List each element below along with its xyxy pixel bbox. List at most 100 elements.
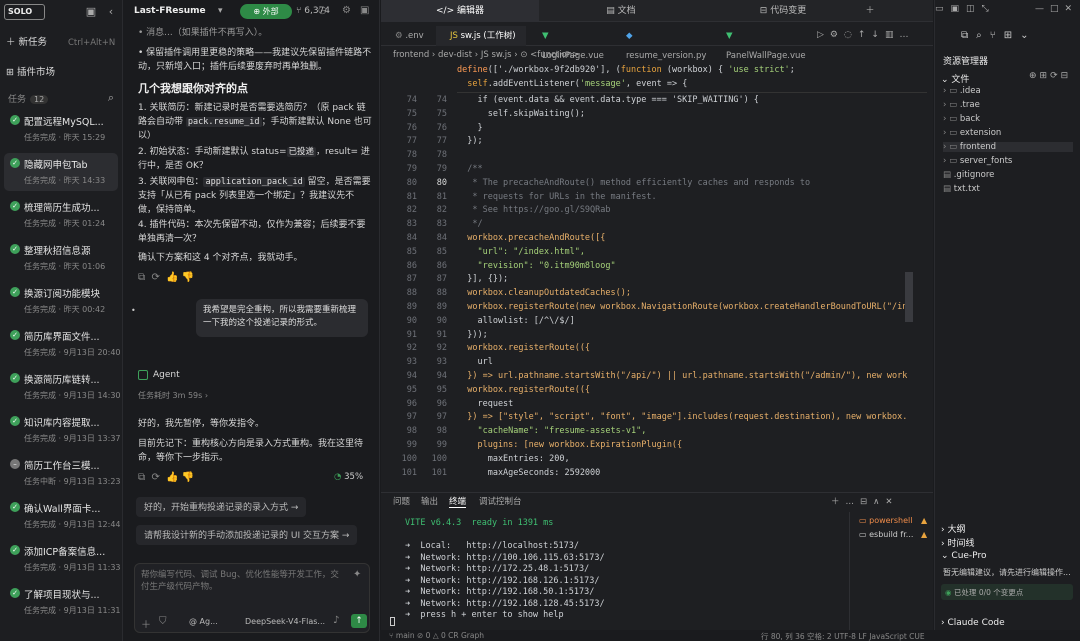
tree-item[interactable]: › ▭ extension	[943, 128, 1073, 138]
code-line[interactable]: * requests for URLs in the manifest.	[457, 192, 907, 202]
tree-item[interactable]: › ▭ frontend	[943, 142, 1073, 152]
code-line[interactable]: }));	[457, 330, 907, 340]
code-line[interactable]: workbox.registerRoute(({	[457, 343, 907, 353]
task-item[interactable]: ✓ 了解项目现状与... 任务完成 · 9月13日 11:31	[4, 583, 121, 621]
copy-icon[interactable]: ⧉	[138, 272, 145, 283]
task-item[interactable]: ✓ 整理秋招信息源 任务完成 · 昨天 01:06	[4, 239, 118, 277]
file-tab-swjs[interactable]: JS sw.js (工作树)	[436, 26, 526, 46]
cue-pro-section[interactable]: ⌄ Cue-Pro	[941, 551, 986, 561]
scrollbar-thumb[interactable]	[905, 272, 913, 322]
tab-docs[interactable]: ▤ 文档	[541, 0, 701, 22]
layout-icon[interactable]: ▭	[935, 4, 951, 14]
code-line[interactable]: }) => url.pathname.startsWith("/api/") |…	[457, 371, 907, 381]
split-icon[interactable]: ⊟	[860, 497, 873, 507]
agent-select[interactable]: @ Ag...	[189, 617, 218, 626]
debug-icon[interactable]: ⚙	[830, 30, 844, 40]
file-tab-panelwall[interactable]: ▼ PanelWallPage.vue	[712, 26, 812, 61]
tree-item[interactable]: › ▭ back	[943, 114, 1073, 124]
code-line[interactable]: maxEntries: 200,	[457, 454, 907, 464]
task-item[interactable]: ✓ 梳理简历生成功... 任务完成 · 昨天 01:24	[4, 196, 118, 234]
task-item[interactable]: ✓ 知识库内容提取... 任务完成 · 9月13日 13:37	[4, 411, 121, 449]
run-icon[interactable]: ▷	[817, 30, 830, 40]
file-tab-resume[interactable]: ◆ resume_version.py	[612, 26, 710, 61]
code-line[interactable]: "cacheName": "fresume-assets-v1",	[457, 426, 907, 436]
task-item[interactable]: – 简历工作台三模... 任务中断 · 9月13日 13:23	[4, 454, 121, 492]
code-line[interactable]: self.skipWaiting();	[457, 109, 907, 119]
files-section[interactable]: ⌄ 文件	[941, 72, 969, 85]
add-terminal-icon[interactable]: ＋	[831, 497, 846, 507]
code-line[interactable]: });	[457, 136, 907, 146]
close-icon[interactable]: ✕	[885, 497, 898, 507]
tree-item[interactable]: › ▭ .idea	[943, 86, 1073, 96]
git-icon[interactable]: ⑂	[990, 30, 1004, 41]
chevron-down-icon[interactable]: ⌄	[1020, 30, 1036, 41]
code-line[interactable]: "url": "/index.html",	[457, 247, 907, 257]
chevron-up-icon[interactable]: ∧	[873, 497, 885, 507]
code-line[interactable]: plugins: [new workbox.ExpirationPlugin({	[457, 440, 907, 450]
tab-editor[interactable]: </> 编辑器	[381, 0, 539, 22]
shell-esbuild[interactable]: ▭ esbuild fr...	[859, 530, 913, 539]
add-tab-icon[interactable]: ＋	[863, 0, 877, 22]
add-icon[interactable]: ＋	[141, 616, 151, 631]
maximize-icon[interactable]: □	[1050, 4, 1065, 14]
thumbs-up-icon[interactable]: 👍	[166, 472, 178, 483]
search-icon[interactable]: ⌕	[976, 30, 990, 41]
tree-item[interactable]: ▤ txt.txt	[943, 184, 1073, 194]
task-item[interactable]: ✓ 隐藏网申包Tab 任务完成 · 昨天 14:33	[4, 153, 118, 191]
files-icon[interactable]: ⧉	[961, 30, 976, 41]
dropdown-icon[interactable]: ▾	[218, 6, 223, 16]
settings-icon[interactable]: ⚙	[342, 5, 351, 16]
project-title[interactable]: Last-FResume	[134, 6, 206, 16]
suggestion-1[interactable]: 好的，开始重构投递记录的录入方式 →	[136, 497, 307, 517]
thumbs-up-icon[interactable]: 👍	[166, 272, 178, 283]
tab-output[interactable]: 输出	[421, 495, 438, 507]
shrink-icon[interactable]: ⤡	[982, 4, 996, 14]
collapse-icon[interactable]: ‹	[104, 5, 118, 19]
status-left[interactable]: ⑂ main ⊘ 0 △ 0 CR Graph	[389, 631, 484, 640]
refresh-icon[interactable]: ⟳	[152, 472, 160, 483]
timeline-section[interactable]: › 时间线	[941, 536, 974, 549]
task-item[interactable]: ✓ 换源订阅功能模块 任务完成 · 昨天 00:42	[4, 282, 118, 320]
code-line[interactable]: if (event.data && event.data.type === 'S…	[457, 95, 907, 105]
panel-icon[interactable]: ▣	[360, 5, 369, 16]
tree-item[interactable]: › ▭ .trae	[943, 100, 1073, 110]
code-line[interactable]: */	[457, 219, 907, 229]
code-line[interactable]: allowlist: [/^\/$/]	[457, 316, 907, 326]
code-line[interactable]: }], {});	[457, 274, 907, 284]
code-line[interactable]: request	[457, 399, 907, 409]
up-icon[interactable]: ↑	[858, 30, 872, 40]
send-button[interactable]: ↑	[351, 614, 367, 628]
outline-section[interactable]: › 大纲	[941, 522, 965, 535]
more-icon[interactable]: …	[899, 30, 914, 40]
file-tab-env[interactable]: ⚙ .env	[381, 26, 435, 46]
code-line[interactable]: }	[457, 123, 907, 133]
shell-powershell[interactable]: ▭ powershell	[859, 516, 912, 525]
plugin-market-link[interactable]: ⊞ 插件市场	[6, 64, 55, 78]
status-right[interactable]: 行 80, 列 36 空格: 2 UTF-8 LF JavaScript CUE	[761, 631, 925, 641]
split-icon[interactable]: ▥	[885, 30, 900, 40]
code-line[interactable]: /**	[457, 164, 907, 174]
tree-item[interactable]: ▤ .gitignore	[943, 170, 1073, 180]
git-icon[interactable]: ◌	[844, 30, 858, 40]
split-icon[interactable]: ◫	[966, 4, 982, 14]
tab-problems[interactable]: 问题	[393, 495, 410, 507]
claude-section[interactable]: › Claude Code	[941, 618, 1005, 628]
collapse-all-icon[interactable]: ⊟	[1061, 71, 1072, 81]
task-item[interactable]: ✓ 简历库界面文件... 任务完成 · 9月13日 20:40	[4, 325, 121, 363]
code-line[interactable]: workbox.registerRoute(({	[457, 385, 907, 395]
code-line[interactable]: * See https://goo.gl/S9QRab	[457, 205, 907, 215]
thumbs-down-icon[interactable]: 👎	[182, 272, 194, 283]
tab-debug-console[interactable]: 调试控制台	[479, 495, 522, 507]
code-line[interactable]: workbox.cleanupOutdatedCaches();	[457, 288, 907, 298]
new-file-icon[interactable]: ⊕	[1029, 71, 1040, 81]
code-line[interactable]: workbox.registerRoute(new workbox.Naviga…	[457, 302, 907, 312]
mic-icon[interactable]: ♪	[333, 615, 339, 626]
suggestion-2[interactable]: 请帮我设计新的手动添加投递记录的 UI 交互方案 →	[136, 525, 358, 545]
layout-icon[interactable]: ▣	[84, 5, 98, 19]
sparkle-icon[interactable]: ✦	[353, 569, 361, 580]
shield-icon[interactable]: ⛉	[159, 616, 167, 627]
new-folder-icon[interactable]: ⊞	[1040, 71, 1051, 81]
task-item[interactable]: ✓ 换源简历库链转... 任务完成 · 9月13日 14:30	[4, 368, 121, 406]
task-item[interactable]: ✓ 添加ICP备案信息... 任务完成 · 9月13日 11:33	[4, 540, 121, 578]
share-pill[interactable]: ⊕ 外部	[240, 4, 292, 19]
